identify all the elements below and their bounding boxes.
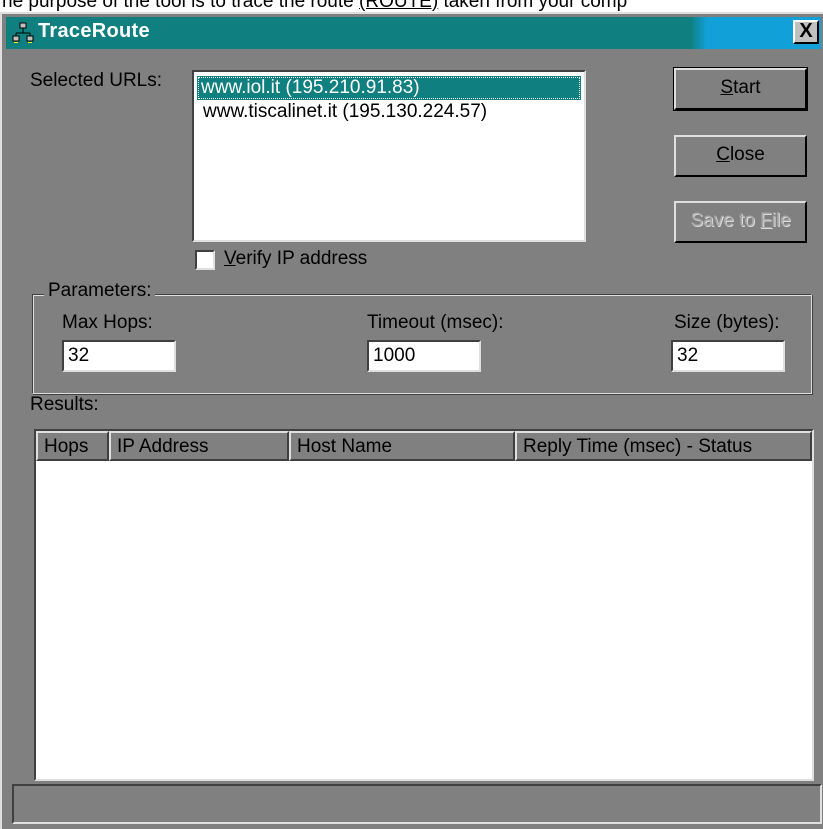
parameters-group-title: Parameters: [44,280,156,302]
verify-access-key: V [224,248,236,269]
max-hops-input[interactable]: 32 [62,340,176,372]
results-label: Results: [30,394,99,415]
column-header-host-name[interactable]: Host Name [289,431,515,461]
close-access-key: C [716,144,730,165]
column-header-hops[interactable]: Hops [36,431,109,461]
background-document-text: he purpose of the tool is to trace the r… [0,0,823,12]
size-label: Size (bytes): [674,312,780,333]
timeout-label: Timeout (msec): [367,312,504,333]
close-label: lose [729,144,765,165]
verify-ip-checkbox[interactable] [195,250,215,270]
save-label-prefix: Save to [690,210,761,231]
start-button[interactable]: Start [673,67,808,111]
doc-text-before: he purpose of the tool is to trace the r… [2,0,354,12]
selected-urls-label: Selected URLs: [30,70,163,91]
save-to-file-button[interactable]: Save to File [674,201,807,243]
results-listview[interactable]: Hops IP Address Host Name Reply Time (ms… [34,429,814,781]
save-label-rest: ile [771,210,791,231]
url-list-item[interactable]: www.tiscalinet.it (195.130.224.57) [199,100,491,124]
size-input[interactable]: 32 [671,340,785,372]
column-header-ip-address[interactable]: IP Address [109,431,289,461]
max-hops-label: Max Hops: [62,312,153,333]
timeout-input[interactable]: 1000 [367,340,481,372]
doc-text-after: taken from your comp [443,0,628,12]
save-access-key: F [760,210,772,231]
column-header-reply-time-status[interactable]: Reply Time (msec) - Status [515,431,812,461]
close-window-button[interactable]: X [793,20,819,44]
start-label: tart [733,77,761,98]
results-header: Hops IP Address Host Name Reply Time (ms… [36,431,812,461]
start-access-key: S [720,77,734,98]
status-bar [12,784,822,824]
verify-ip-label[interactable]: Verify IP address [224,248,367,270]
close-button[interactable]: Close [674,135,807,177]
network-icon [12,22,34,43]
doc-link[interactable]: (ROUTE) [359,0,438,12]
verify-label-rest: erify IP address [235,248,368,269]
window-title: TraceRoute [38,20,150,42]
selected-urls-listbox[interactable]: www.iol.it (195.210.91.83) www.tiscaline… [192,70,586,242]
url-list-item[interactable]: www.iol.it (195.210.91.83) [197,76,581,100]
traceroute-dialog: TraceRoute X Selected URLs: www.iol.it (… [0,12,823,829]
title-bar[interactable]: TraceRoute X [6,17,821,49]
